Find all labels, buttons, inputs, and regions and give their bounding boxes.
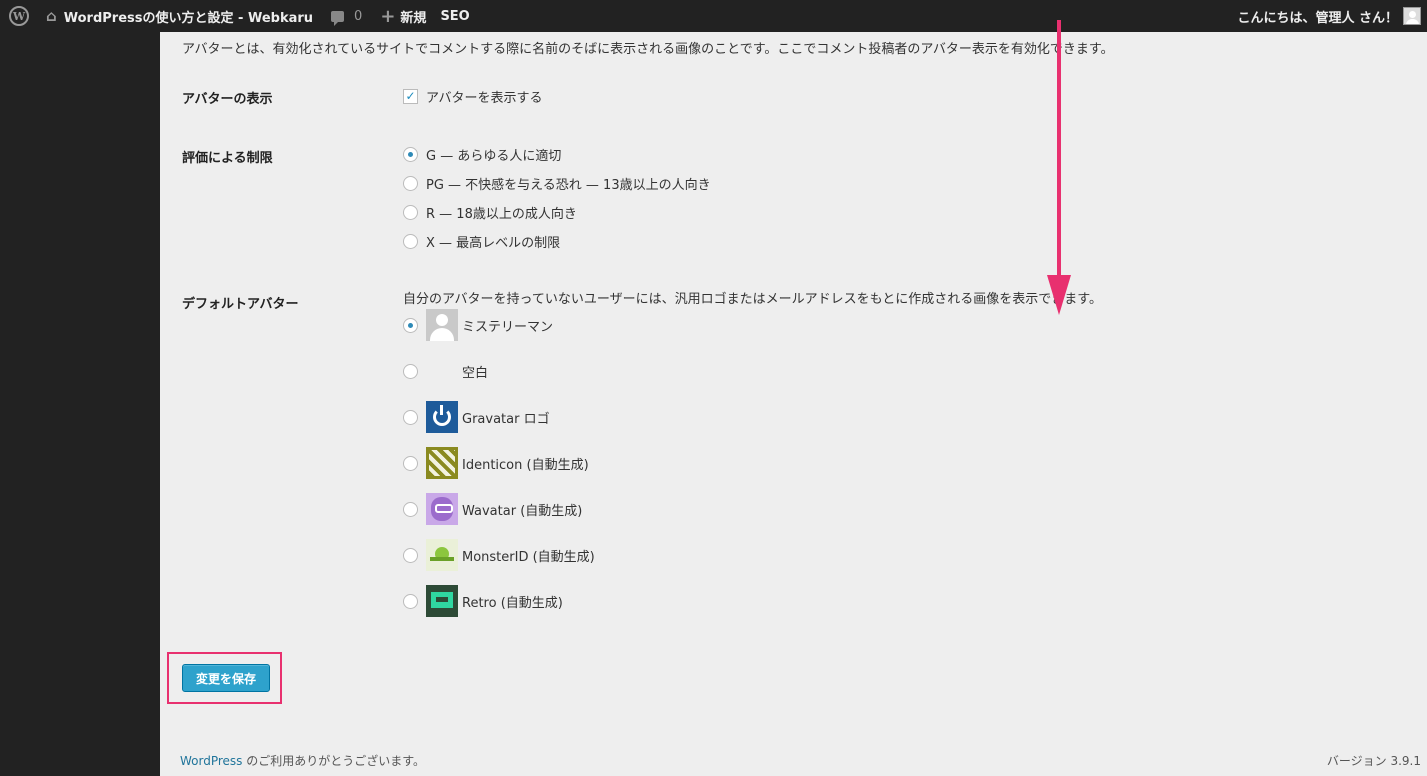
- default-avatar-description: 自分のアバターを持っていないユーザーには、汎用ロゴまたはメールアドレスをもとに作…: [403, 292, 1103, 307]
- show-avatars-label: アバターを表示する: [426, 90, 543, 106]
- wavatar-avatar-icon: [426, 493, 458, 525]
- default-avatar-option-identicon[interactable]: Identicon (自動生成): [403, 447, 589, 479]
- my-account-menu[interactable]: こんにちは、管理人 さん！: [1237, 0, 1427, 32]
- annotation-arrow-shaft: [1057, 20, 1061, 278]
- blank-radio[interactable]: [403, 363, 418, 379]
- default-avatar-option-blank[interactable]: 空白: [403, 355, 488, 387]
- default-avatar-option-monsterid[interactable]: MonsterID (自動生成): [403, 539, 595, 571]
- footer-thanks: WordPress のご利用ありがとうございます。: [180, 752, 425, 769]
- rating-option-pg[interactable]: PG — 不快感を与える恐れ — 13歳以上の人向き: [403, 169, 711, 198]
- default-avatar-option-retro[interactable]: Retro (自動生成): [403, 585, 563, 617]
- show-avatars-option[interactable]: ✓ アバターを表示する: [403, 86, 542, 106]
- rating-r-radio[interactable]: [403, 205, 418, 220]
- site-name-label: WordPressの使い方と設定 - Webkaru: [63, 10, 314, 26]
- rating-radio-group: G — あらゆる人に適切 PG — 不快感を与える恐れ — 13歳以上の人向き …: [403, 140, 711, 256]
- rating-r-label: R — 18歳以上の成人向き: [426, 207, 577, 222]
- identicon-label: Identicon (自動生成): [462, 457, 589, 473]
- avatar-intro-text: アバターとは、有効化されているサイトでコメントする際に名前のそばに表示される画像…: [182, 42, 1114, 57]
- admin-bar: W ⌂ WordPressの使い方と設定 - Webkaru 0 + 新規 SE…: [0, 0, 1427, 32]
- comments-link[interactable]: 0: [321, 0, 372, 32]
- gravatar-logo-label: Gravatar ロゴ: [462, 411, 550, 427]
- wordpress-footer-link[interactable]: WordPress: [180, 754, 242, 768]
- rating-pg-radio[interactable]: [403, 176, 418, 191]
- blank-avatar-icon: [426, 355, 458, 387]
- save-button-highlight: 変更を保存: [167, 652, 282, 704]
- comment-bubble-icon: [331, 10, 345, 26]
- retro-radio[interactable]: [403, 593, 418, 609]
- rating-option-g[interactable]: G — あらゆる人に適切: [403, 140, 711, 169]
- wordpress-logo-icon[interactable]: W: [0, 0, 38, 32]
- retro-avatar-icon: [426, 585, 458, 617]
- default-avatar-option-gravatar[interactable]: Gravatar ロゴ: [403, 401, 550, 433]
- home-icon: ⌂: [46, 7, 57, 25]
- seo-label: SEO: [440, 8, 470, 24]
- rating-heading: 評価による制限: [182, 151, 273, 166]
- blank-label: 空白: [462, 365, 489, 381]
- new-content-menu[interactable]: + 新規: [372, 0, 434, 32]
- gravatar-logo-radio[interactable]: [403, 409, 418, 425]
- rating-option-r[interactable]: R — 18歳以上の成人向き: [403, 198, 711, 227]
- wavatar-radio[interactable]: [403, 501, 418, 517]
- comments-count: 0: [354, 8, 363, 24]
- new-content-label: 新規: [400, 10, 427, 26]
- save-changes-button[interactable]: 変更を保存: [182, 664, 270, 692]
- mystery-man-radio[interactable]: [403, 317, 418, 333]
- show-avatars-field: ✓ アバターを表示する: [403, 86, 542, 106]
- identicon-radio[interactable]: [403, 455, 418, 471]
- wavatar-label: Wavatar (自動生成): [462, 503, 583, 519]
- footer-thanks-text: のご利用ありがとうございます。: [242, 754, 426, 768]
- plus-icon: +: [380, 5, 396, 27]
- rating-pg-label: PG — 不快感を与える恐れ — 13歳以上の人向き: [426, 178, 711, 193]
- mystery-man-avatar-icon: [426, 309, 458, 341]
- default-avatar-option-mystery[interactable]: ミステリーマン: [403, 309, 553, 341]
- monsterid-radio[interactable]: [403, 547, 418, 563]
- user-avatar-icon: [1403, 7, 1421, 25]
- admin-sidebar: [0, 32, 160, 776]
- gravatar-logo-icon: [426, 401, 458, 433]
- rating-option-x[interactable]: X — 最高レベルの制限: [403, 227, 711, 256]
- monsterid-avatar-icon: [426, 539, 458, 571]
- show-avatars-checkbox[interactable]: ✓: [403, 88, 418, 104]
- footer-version: バージョン 3.9.1: [1326, 754, 1421, 768]
- default-avatar-heading: デフォルトアバター: [182, 297, 299, 312]
- retro-label: Retro (自動生成): [462, 595, 563, 611]
- annotation-arrow-head: [1047, 275, 1071, 315]
- howdy-text: こんにちは、管理人 さん！: [1237, 10, 1398, 26]
- monsterid-label: MonsterID (自動生成): [462, 549, 595, 565]
- rating-g-label: G — あらゆる人に適切: [426, 149, 562, 164]
- rating-x-radio[interactable]: [403, 234, 418, 249]
- settings-content: アバターとは、有効化されているサイトでコメントする際に名前のそばに表示される画像…: [160, 32, 1427, 776]
- identicon-avatar-icon: [426, 447, 458, 479]
- site-name-link[interactable]: ⌂ WordPressの使い方と設定 - Webkaru: [38, 0, 321, 32]
- rating-x-label: X — 最高レベルの制限: [426, 236, 561, 251]
- show-avatars-heading: アバターの表示: [182, 92, 273, 107]
- seo-menu[interactable]: SEO: [434, 0, 475, 32]
- mystery-man-label: ミステリーマン: [462, 319, 554, 335]
- rating-g-radio[interactable]: [403, 147, 418, 162]
- default-avatar-option-wavatar[interactable]: Wavatar (自動生成): [403, 493, 582, 525]
